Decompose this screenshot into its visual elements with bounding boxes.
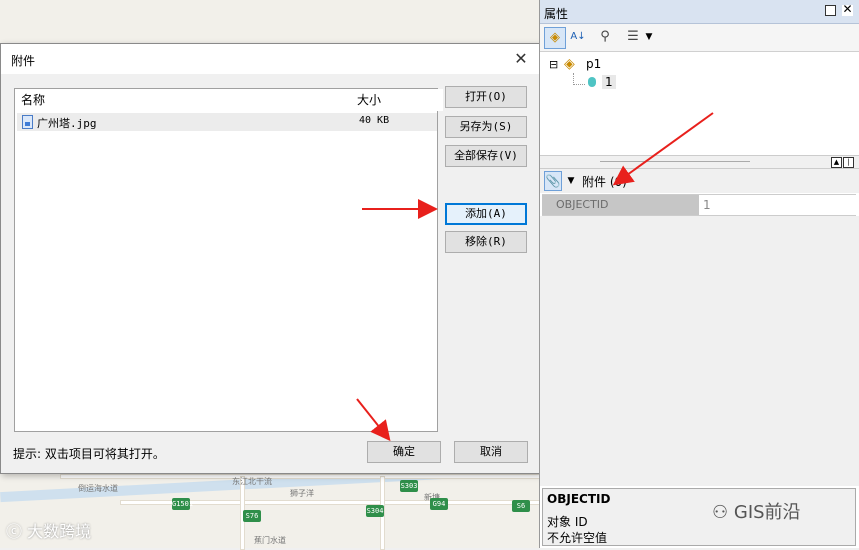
attachment-count-label: 附件 (0) <box>582 175 627 189</box>
map-label: 蕉门水道 <box>254 536 286 545</box>
panel-toolbar: ◈ A↓ ⚲ ☰ ▼ <box>540 24 859 52</box>
feature-tree: ⊟ ◈ p1 1 <box>540 53 859 155</box>
tree-feature-item[interactable]: 1 <box>602 75 616 89</box>
properties-panel: 属性 ✕ ◈ A↓ ⚲ ☰ ▼ ⊟ ◈ p1 1 ▲ | 📎 ▼ 附件 (0) … <box>539 0 859 548</box>
save-all-button[interactable]: 全部保存(V) <box>445 145 527 167</box>
field-value-cell[interactable]: 1 <box>699 195 856 215</box>
open-button[interactable]: 打开(O) <box>445 86 527 108</box>
remove-button[interactable]: 移除(R) <box>445 231 527 253</box>
map-label: 狮子洋 <box>290 489 314 498</box>
description-line: 不允许空值 <box>547 531 608 545</box>
watermark-text: GIS前沿 <box>733 502 801 523</box>
description-title: OBJECTID <box>547 492 611 506</box>
dropdown-arrow-icon[interactable]: ▼ <box>644 27 654 47</box>
field-name-cell[interactable]: OBJECTID <box>542 195 699 215</box>
file-size: 40 KB <box>359 115 390 126</box>
splitter-grip <box>600 161 750 162</box>
dropdown-arrow-icon[interactable]: ▼ <box>564 171 578 191</box>
watermark-left: ⓒ 大数跨境 <box>6 518 91 542</box>
list-item[interactable]: 广州塔.jpg 40 KB <box>17 113 437 131</box>
feature-icon <box>588 77 596 87</box>
highway-shield: S304 <box>366 505 384 517</box>
pane-toggle-icon[interactable]: | <box>843 157 854 168</box>
paperclip-icon[interactable]: 📎 <box>544 171 562 191</box>
panel-empty-area <box>540 216 859 486</box>
identify-icon[interactable]: ⚲ <box>596 27 614 47</box>
close-icon[interactable]: ✕ <box>509 48 533 70</box>
attachment-file-list[interactable]: 名称 大小 广州塔.jpg 40 KB <box>14 88 443 432</box>
save-as-button[interactable]: 另存为(S) <box>445 116 527 138</box>
dialog-titlebar[interactable]: 附件 ✕ <box>1 44 539 74</box>
highway-shield: G94 <box>430 498 448 510</box>
attribute-grid: OBJECTID 1 <box>542 194 856 216</box>
wechat-icon: ⚇ <box>712 502 729 523</box>
watermark-text: 大数跨境 <box>27 522 92 541</box>
collapse-up-icon[interactable]: ▲ <box>831 157 842 168</box>
list-options-icon[interactable]: ☰ <box>624 27 642 47</box>
map-label: 东江北干流 <box>232 477 272 486</box>
sort-az-icon[interactable]: A↓ <box>568 27 588 47</box>
dialog-title: 附件 <box>11 54 36 68</box>
watermark-logo: ⚇ GIS前沿 <box>712 498 801 524</box>
layer-diamond-icon[interactable]: ◈ <box>544 27 566 49</box>
column-header-size[interactable]: 大小 <box>351 89 443 111</box>
highway-shield: S303 <box>400 480 418 492</box>
maximize-icon[interactable] <box>825 5 836 16</box>
tree-connector <box>573 84 585 85</box>
highway-shield: S76 <box>243 510 261 522</box>
road <box>60 474 542 479</box>
close-icon[interactable]: ✕ <box>842 3 853 16</box>
add-button[interactable]: 添加(A) <box>445 203 527 225</box>
column-header-name[interactable]: 名称 <box>15 89 358 111</box>
panel-title: 属性 <box>544 7 569 21</box>
panel-header: 属性 ✕ <box>540 0 859 24</box>
highway-shield: S6 <box>512 500 530 512</box>
description-line: 对象 ID <box>547 515 588 529</box>
watermark-logo-icon: ⓒ <box>6 522 23 541</box>
file-name: 广州塔.jpg <box>37 117 97 130</box>
hint-text: 提示: 双击项目可将其打开。 <box>13 447 165 461</box>
map-label: 倒运海水道 <box>78 484 118 493</box>
layer-diamond-icon: ◈ <box>564 56 575 72</box>
panel-splitter[interactable]: ▲ | <box>540 155 859 169</box>
attachment-bar: 📎 ▼ 附件 (0) <box>540 169 859 193</box>
cancel-button[interactable]: 取消 <box>454 441 528 463</box>
tree-layer-name[interactable]: p1 <box>586 57 601 71</box>
ok-button[interactable]: 确定 <box>367 441 441 463</box>
collapse-icon[interactable]: ⊟ <box>549 58 558 71</box>
image-file-icon <box>22 115 33 129</box>
attachments-dialog: 附件 ✕ 名称 大小 广州塔.jpg 40 KB 打开(O) 另存为(S) 全部… <box>0 43 540 474</box>
highway-shield: G1501 <box>172 498 194 510</box>
field-description: OBJECTID 对象 ID 不允许空值 <box>542 488 856 546</box>
